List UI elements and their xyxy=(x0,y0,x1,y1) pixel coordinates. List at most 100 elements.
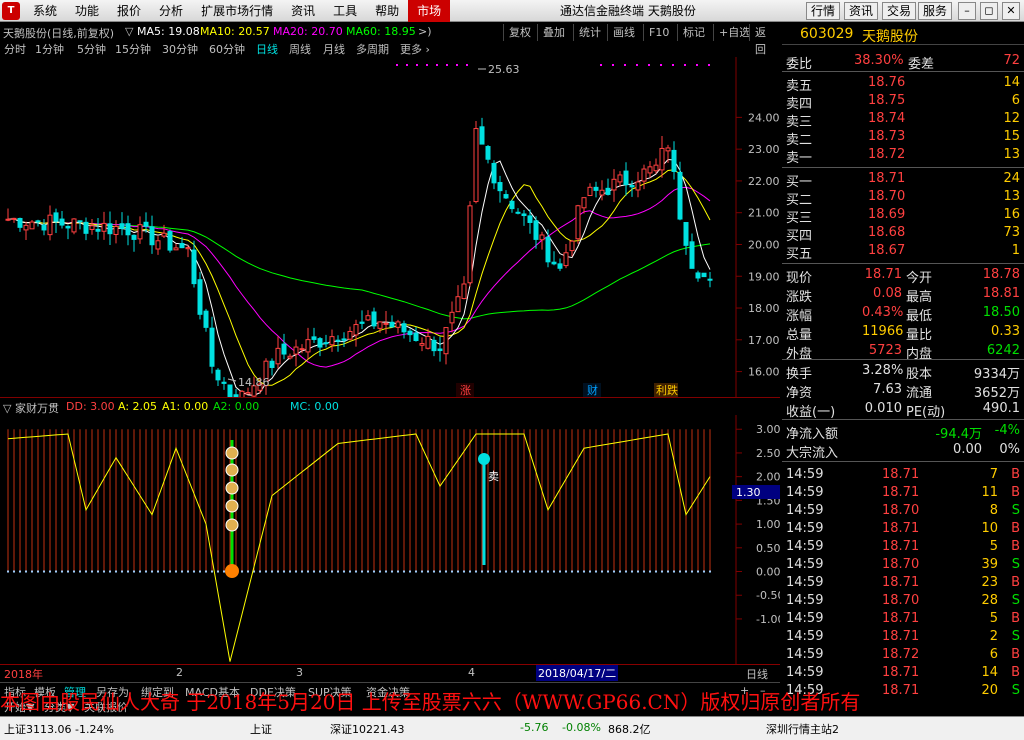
buy-signal-icon[interactable] xyxy=(225,564,239,578)
candle-body xyxy=(611,178,617,191)
indicator-zero-dot xyxy=(25,570,27,573)
indicator-zero-dot xyxy=(517,570,519,573)
tab-weekly[interactable]: 周线 xyxy=(289,41,311,57)
indicator-zero-dot xyxy=(313,570,315,573)
tab-monthly[interactable]: 月线 xyxy=(323,41,345,57)
price-axis-label: 21.00 xyxy=(748,207,780,220)
tick-row: 14:59 18.71 5 B xyxy=(786,539,1020,554)
tab-daily[interactable]: 日线 xyxy=(256,41,278,57)
chart-separator xyxy=(0,397,780,398)
news-tab-button[interactable]: 资讯 xyxy=(844,2,879,20)
app-logo-icon: T xyxy=(2,1,20,20)
ma10-label: MA10: 20.57 xyxy=(200,25,270,38)
tick-row: 14:59 18.70 8 S xyxy=(786,503,1020,518)
indicator-zero-dot xyxy=(409,570,411,573)
trade-tab-button[interactable]: 交易 xyxy=(882,2,917,20)
ask-row[interactable]: 卖二 18.73 15 xyxy=(782,128,1024,148)
event-rise-marker[interactable]: 涨 xyxy=(460,384,471,397)
menu-analysis[interactable]: 分析 xyxy=(150,0,192,22)
tab-60min[interactable]: 60分钟 xyxy=(209,41,245,57)
close-icon[interactable]: ✕ xyxy=(1002,2,1020,20)
stat-row: 涨跌 0.08 最高 18.81 xyxy=(786,286,1020,305)
indicator-zero-dot xyxy=(565,570,567,573)
back-button[interactable]: 返回 xyxy=(749,24,780,56)
ma-toggle-icon[interactable]: ▽ xyxy=(125,25,133,38)
candle-body xyxy=(191,249,197,285)
ma-more-icon[interactable]: >) xyxy=(418,25,432,38)
indicator-zero-dot xyxy=(577,570,579,573)
status-sh-index[interactable]: 上证3113.06 -1.24% xyxy=(4,721,114,737)
candle-body xyxy=(545,236,551,263)
candle-body xyxy=(665,147,671,152)
ask-row[interactable]: 卖五 18.76 14 xyxy=(782,74,1024,94)
menu-function[interactable]: 功能 xyxy=(66,0,108,22)
sell-signal-icon[interactable] xyxy=(478,453,490,465)
indicator-chart[interactable]: 3.002.502.001.501.000.500.00-0.50-1.00 卖… xyxy=(0,415,780,664)
indicator-zero-dot xyxy=(163,570,165,573)
draw-button[interactable]: 画线 xyxy=(607,24,640,41)
bid-row[interactable]: 买一 18.71 24 xyxy=(782,170,1024,190)
maximize-icon[interactable]: ◻ xyxy=(980,2,998,20)
tab-timeshare[interactable]: 分时 xyxy=(4,41,26,57)
bid-row[interactable]: 买二 18.70 13 xyxy=(782,188,1024,208)
tab-15min[interactable]: 15分钟 xyxy=(115,41,151,57)
signal-dot xyxy=(426,64,428,66)
service-tab-button[interactable]: 服务 xyxy=(918,2,953,20)
candle-body xyxy=(161,232,167,237)
stats-button[interactable]: 统计 xyxy=(573,24,606,41)
indicator-zero-dot xyxy=(79,570,81,573)
signal-dot xyxy=(672,64,674,66)
indicator-zero-dot xyxy=(379,570,381,573)
ask-row[interactable]: 卖三 18.74 12 xyxy=(782,110,1024,130)
indicator-zero-dot xyxy=(661,570,663,573)
stat-row: 涨幅 0.43% 最低 18.50 xyxy=(786,305,1020,324)
tab-5min[interactable]: 5分钟 xyxy=(77,41,106,57)
stat2-row: 净资 7.63 流通 3652万 xyxy=(786,382,1020,401)
indicator-axis-label: 0.50 xyxy=(756,542,780,555)
indicator-zero-dot xyxy=(649,570,651,573)
menu-news[interactable]: 资讯 xyxy=(282,0,324,22)
bid-row[interactable]: 买四 18.68 73 xyxy=(782,224,1024,244)
indicator-name[interactable]: ▽ 家财万贯 xyxy=(3,400,59,416)
minimize-icon[interactable]: – xyxy=(958,2,976,20)
coin-icon xyxy=(225,446,239,460)
tab-30min[interactable]: 30分钟 xyxy=(162,41,198,57)
flow-row: 大宗流入 0.00 0% xyxy=(786,442,1020,461)
candle-body xyxy=(41,224,47,231)
indicator-zero-dot xyxy=(67,570,69,573)
quote-tab-button[interactable]: 行情 xyxy=(806,2,841,20)
candle-body xyxy=(29,221,35,230)
menu-extended-market[interactable]: 扩展市场行情 xyxy=(192,0,282,22)
candle-body xyxy=(371,311,377,327)
tab-1min[interactable]: 1分钟 xyxy=(35,41,64,57)
status-sh-label: 上证 xyxy=(250,723,272,736)
candle-body xyxy=(293,346,299,355)
signal-dot xyxy=(456,64,458,66)
menu-help[interactable]: 帮助 xyxy=(366,0,408,22)
candle-body xyxy=(653,164,659,172)
event-profit-marker[interactable]: 利跌 xyxy=(656,383,678,397)
ask-row[interactable]: 卖四 18.75 6 xyxy=(782,92,1024,112)
indicator-zero-dot xyxy=(193,570,195,573)
menu-market[interactable]: 市场 xyxy=(408,0,451,22)
bid-row[interactable]: 买三 18.69 16 xyxy=(782,206,1024,226)
menu-system[interactable]: 系统 xyxy=(24,0,66,22)
event-finance-marker[interactable]: 财 xyxy=(587,383,598,397)
ask-row[interactable]: 卖一 18.72 13 xyxy=(782,146,1024,166)
bid-row[interactable]: 买五 18.67 1 xyxy=(782,242,1024,262)
status-sz-index[interactable]: 深证10221.43 xyxy=(330,721,405,737)
f10-button[interactable]: F10 xyxy=(643,24,674,41)
candle-body xyxy=(47,214,53,236)
candlestick-chart[interactable]: 24.00 23.00 22.00 21.00 20.00 19.00 18.00 17.00… xyxy=(0,57,780,397)
low-annotation: 14.86 xyxy=(238,376,270,389)
menu-tools[interactable]: 工具 xyxy=(324,0,366,22)
indicator-zero-dot xyxy=(121,570,123,573)
candle-body xyxy=(269,360,275,368)
mark-button[interactable]: 标记 xyxy=(677,24,710,41)
tab-more[interactable]: 更多 › xyxy=(400,41,430,57)
adjust-button[interactable]: 复权 xyxy=(503,24,536,41)
menu-quote[interactable]: 报价 xyxy=(108,0,150,22)
candle-body xyxy=(425,335,431,349)
tab-multi-period[interactable]: 多周期 xyxy=(356,41,389,57)
overlay-button[interactable]: 叠加 xyxy=(537,24,570,41)
